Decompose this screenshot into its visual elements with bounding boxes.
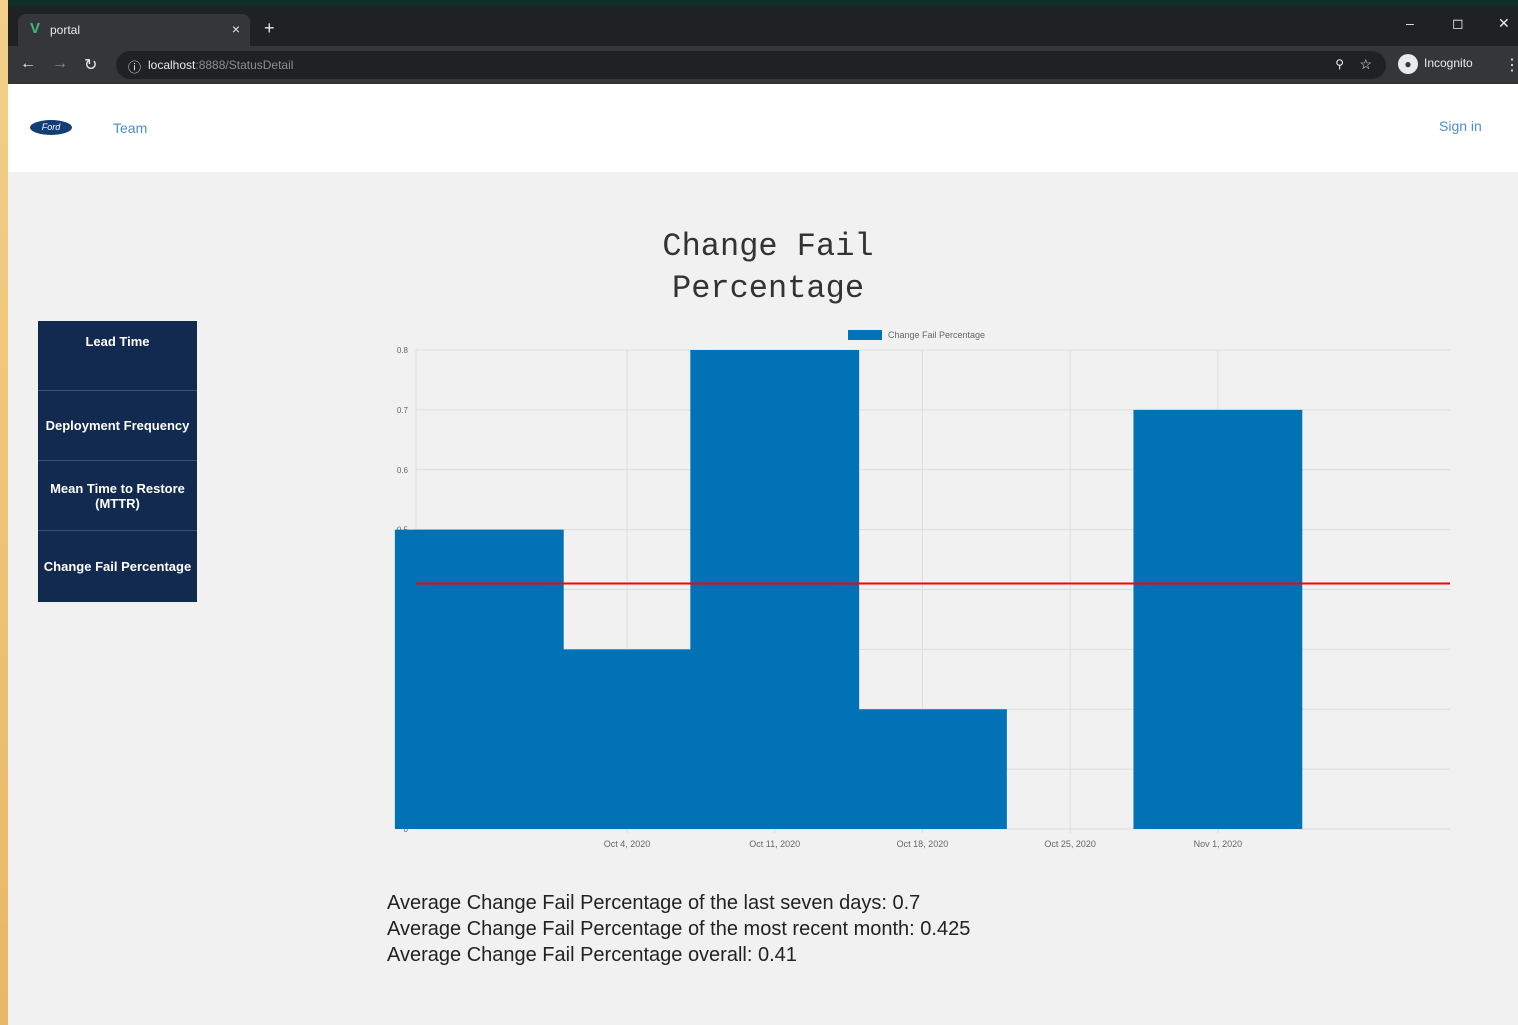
sidebar-item-mttr[interactable]: Mean Time to Restore (MTTR) [38,461,197,531]
bar [542,649,712,829]
page-content: Ford Team Sign in Lead Time Deployment F… [8,84,1518,1025]
minimize-icon[interactable]: – [1406,15,1414,31]
stat-overall: Average Change Fail Percentage overall: … [387,944,797,966]
y-tick-label: 0.6 [397,466,409,475]
bookmark-star-icon[interactable]: ☆ [1359,56,1372,73]
x-tick-label: Oct 4, 2020 [604,839,651,849]
sign-in-link[interactable]: Sign in [1439,118,1482,134]
incognito-icon: ● [1398,54,1418,74]
stat-recent-month: Average Change Fail Percentage of the mo… [387,918,971,940]
url-path: :8888/StatusDetail [195,58,294,72]
stat-last-seven-days: Average Change Fail Percentage of the la… [387,892,921,914]
legend-label: Change Fail Percentage [888,330,985,340]
incognito-indicator[interactable]: ● Incognito [1398,54,1473,74]
sidebar-item-label: Mean Time to Restore (MTTR) [50,480,185,511]
x-tick-label: Oct 25, 2020 [1044,839,1096,849]
y-tick-label: 0.8 [397,346,409,355]
sidebar-item-deployment-frequency[interactable]: Deployment Frequency [38,391,197,461]
browser-menu-icon[interactable]: ⋮ [1504,55,1518,75]
back-icon[interactable]: ← [20,55,36,73]
app-header: Ford Team Sign in [8,84,1518,172]
address-bar[interactable]: ⓘ localhost:8888/StatusDetail ⚲ ☆ [116,51,1386,79]
vue-favicon-icon: V [30,20,41,37]
chart-title: Change Fail Percentage [662,228,874,307]
legend-swatch [848,330,882,340]
url-text: localhost:8888/StatusDetail [148,58,293,72]
y-tick-label: 0.7 [397,406,409,415]
stats-summary: Average Change Fail Percentage of the la… [387,890,970,968]
change-fail-chart: 00.10.20.30.40.50.60.70.8Oct 4, 2020Oct … [394,330,1450,849]
sidebar-item-label: Deployment Frequency [45,418,190,433]
site-info-icon[interactable]: ⓘ [128,57,141,76]
browser-toolbar: ← → ↻ ⓘ localhost:8888/StatusDetail ⚲ ☆ … [8,46,1518,84]
x-tick-label: Nov 1, 2020 [1194,839,1243,849]
bar [1133,409,1303,829]
x-tick-label: Oct 18, 2020 [897,839,949,849]
bar [394,529,564,829]
forward-icon[interactable]: → [52,55,68,73]
close-window-icon[interactable]: ✕ [1498,15,1510,32]
sidebar-item-label: Change Fail Percentage [43,559,192,574]
screen: V portal × + – ◻ ✕ ← → ↻ ⓘ localhost:888… [0,0,1518,1025]
metrics-sidebar: Lead Time Deployment Frequency Mean Time… [38,321,197,602]
bar [838,709,1007,829]
desktop-edge [0,0,8,1025]
bar [690,350,860,829]
sidebar-item-change-fail-percentage[interactable]: Change Fail Percentage [38,531,197,602]
browser-tab[interactable]: V portal × [18,14,250,46]
reload-icon[interactable]: ↻ [84,55,97,75]
ford-logo[interactable]: Ford [30,120,72,135]
nav-link-team[interactable]: Team [113,120,147,136]
url-host: localhost [148,58,196,72]
x-tick-label: Oct 11, 2020 [749,839,800,849]
tab-title: portal [50,23,81,37]
sidebar-item-label: Lead Time [85,334,150,349]
maximize-icon[interactable]: ◻ [1452,15,1464,32]
new-tab-icon[interactable]: + [264,18,275,39]
incognito-label: Incognito [1424,56,1473,71]
zoom-icon[interactable]: ⚲ [1335,57,1344,71]
browser-tab-bar: V portal × + – ◻ ✕ [8,6,1518,46]
sidebar-item-lead-time[interactable]: Lead Time [38,321,197,391]
tab-close-icon[interactable]: × [232,21,240,37]
